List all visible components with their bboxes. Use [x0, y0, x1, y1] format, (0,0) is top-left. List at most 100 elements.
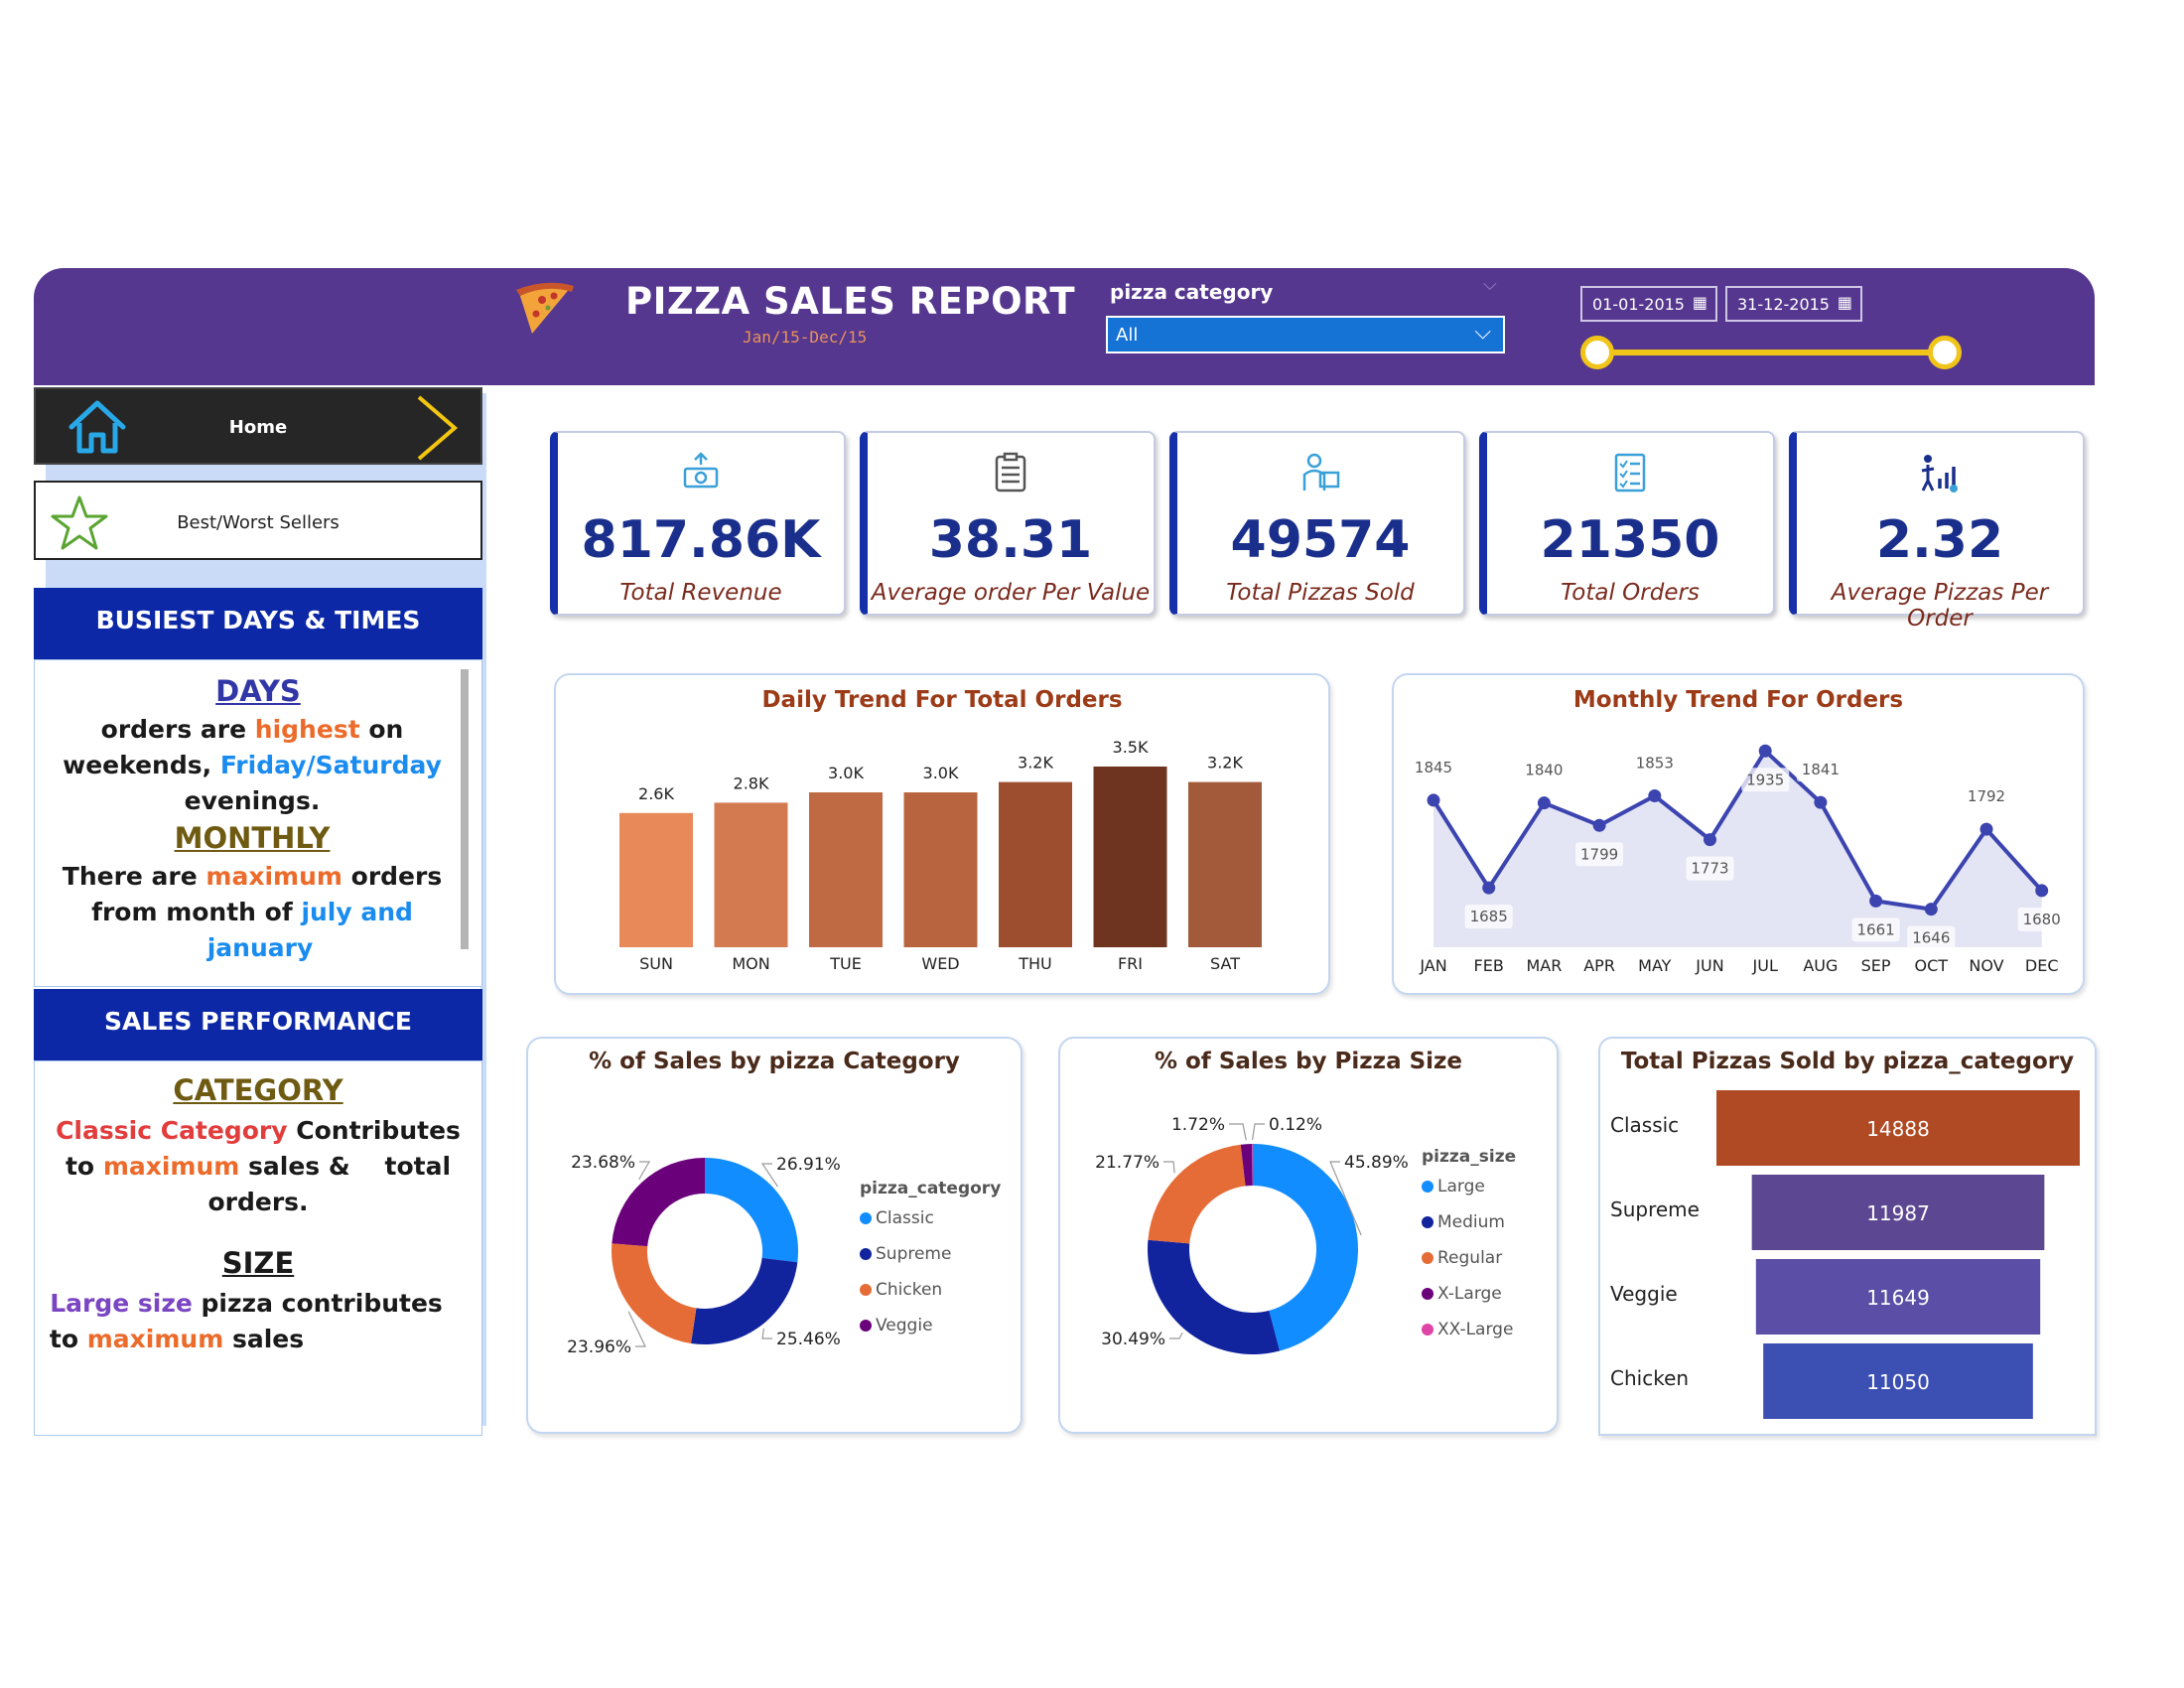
legend-item[interactable]: Regular	[1437, 1248, 1502, 1268]
funnel-category-label: Chicken	[1610, 1366, 1689, 1390]
daily-bar-label: 2.6K	[638, 784, 674, 803]
date-range-slider-track[interactable]	[1598, 350, 1946, 355]
days-insight-line-2: weekends, Friday/Saturday	[29, 748, 476, 783]
daily-axis-label: FRI	[1118, 954, 1143, 973]
date-range-start-handle[interactable]	[1580, 336, 1614, 369]
legend-title: pizza_category	[860, 1179, 1001, 1198]
daily-bar[interactable]	[1093, 767, 1167, 947]
best-worst-sellers-nav-button[interactable]: Best/Worst Sellers	[34, 481, 482, 560]
calendar-icon: ▦	[1692, 293, 1707, 312]
monthly-point[interactable]	[1592, 818, 1606, 832]
kpi-card-average-pizzas-per-order: 2.32 Average Pizzas Per Order	[1789, 431, 2085, 632]
monthly-axis-label: MAR	[1526, 956, 1562, 975]
funnel-category-label: Veggie	[1610, 1282, 1678, 1306]
legend-swatch	[1422, 1324, 1433, 1336]
kpi-card-total-pizzas-sold: 49574 Total Pizzas Sold	[1169, 431, 1465, 616]
date-range-end-handle[interactable]	[1928, 336, 1962, 369]
monthly-value-label: 1853	[1636, 754, 1674, 772]
monthly-point[interactable]	[1814, 795, 1828, 809]
kpi-value: 817.86K	[581, 510, 821, 570]
daily-bar[interactable]	[1188, 781, 1262, 947]
daily-axis-label: THU	[1018, 954, 1052, 973]
size-text: sales	[223, 1325, 305, 1353]
donut-value-label: 26.91%	[776, 1155, 841, 1175]
daily-bar[interactable]	[714, 802, 788, 947]
daily-trend-chart: 2.6K SUN 2.8K MON 3.0K TUE 3.0K WED 3.2K THU 3.5K F…	[619, 738, 1262, 973]
monthly-point[interactable]	[1979, 822, 1993, 836]
growth-icon	[1921, 455, 1958, 492]
legend-item[interactable]: Chicken	[876, 1280, 942, 1300]
category-highlight: maximum	[102, 1152, 240, 1181]
donut-value-label: 30.49%	[1101, 1330, 1165, 1349]
daily-trend-panel: Daily Trend For Total Orders 2.6K SUN 2.8K…	[554, 673, 1330, 995]
kpi-value: 2.32	[1875, 510, 2004, 570]
daily-axis-label: WED	[921, 954, 959, 973]
daily-bar[interactable]	[903, 792, 978, 947]
monthly-point[interactable]	[1869, 894, 1883, 908]
monthly-point[interactable]	[1648, 788, 1662, 802]
donut-leader-line	[1163, 1161, 1175, 1174]
category-insight-line-1: Classic Category Contributes	[35, 1113, 481, 1149]
pizza-category-dropdown-value: All	[1116, 325, 1139, 346]
legend-swatch	[1422, 1181, 1433, 1193]
monthly-point[interactable]	[1427, 793, 1440, 807]
donut-slice[interactable]	[1148, 1144, 1246, 1244]
legend-item[interactable]: Veggie	[876, 1316, 933, 1336]
monthly-value-label: 1680	[2023, 911, 2061, 928]
pizza-logo-icon	[516, 282, 574, 334]
daily-bar[interactable]	[999, 781, 1072, 947]
kpi-label: Total Revenue	[619, 580, 782, 606]
sales-by-category-panel: % of Sales by pizza Category 26.91% 25.46…	[526, 1037, 1023, 1434]
legend-item[interactable]: Medium	[1437, 1212, 1505, 1232]
monthly-point[interactable]	[1537, 796, 1551, 810]
sales-by-category-donut: 26.91% 25.46% 23.96% 23.68% pizza_category Cl…	[567, 1153, 1001, 1357]
monthly-point[interactable]	[1482, 881, 1496, 895]
start-date-input[interactable]: 01-01-2015 ▦	[1580, 286, 1717, 322]
size-highlight: Large size	[50, 1289, 193, 1318]
report-date-subtitle: Jan/15-Dec/15	[743, 328, 868, 347]
size-insight-line-2: to maximum sales	[0, 1322, 400, 1357]
report-title: PIZZA SALES REPORT	[625, 280, 1076, 323]
monthly-text: orders	[341, 862, 443, 891]
size-text: pizza contributes	[192, 1289, 443, 1318]
donut-leader-line	[761, 1328, 772, 1339]
category-highlight: Classic Category	[56, 1116, 288, 1145]
legend-item[interactable]: Classic	[876, 1208, 934, 1228]
category-text: to	[65, 1152, 103, 1181]
end-date-input[interactable]: 31-12-2015 ▦	[1725, 286, 1862, 322]
donut-leader-line	[638, 1161, 651, 1181]
home-nav-button[interactable]: Home	[34, 387, 482, 465]
monthly-trend-chart: 1845 JAN 1685 FEB 1840 MAR 1799 APR 1853 MAY 1773 J…	[1410, 744, 2066, 975]
days-text: weekends,	[63, 751, 220, 779]
category-insight-line-3: orders.	[207, 1188, 309, 1216]
legend-title: pizza_size	[1422, 1147, 1516, 1167]
daily-bar[interactable]	[809, 792, 883, 947]
daily-bar[interactable]	[619, 812, 693, 947]
legend-item[interactable]: X-Large	[1437, 1284, 1502, 1304]
category-text: sales & total	[239, 1152, 452, 1181]
monthly-point[interactable]	[1704, 833, 1716, 847]
legend-swatch	[1422, 1252, 1433, 1264]
donut-value-label: 1.72%	[1171, 1115, 1225, 1135]
daily-bar-label: 3.0K	[923, 764, 959, 782]
kpi-value: 21350	[1540, 510, 1720, 570]
pizza-category-dropdown[interactable]: All ⌵	[1106, 316, 1505, 353]
insights-scrollbar[interactable]	[461, 669, 469, 949]
daily-bar-label: 3.2K	[1018, 754, 1053, 773]
kpi-value: 49574	[1230, 510, 1411, 570]
donut-leader-line	[1169, 1332, 1183, 1339]
monthly-insight-line-1: There are maximum orders	[29, 859, 476, 895]
busiest-days-heading: BUSIEST DAYS & TIMES	[34, 588, 482, 659]
legend-item[interactable]: Supreme	[876, 1244, 951, 1264]
monthly-insight-line-2: from month of july and	[29, 895, 476, 930]
monthly-axis-label: FEB	[1474, 956, 1504, 975]
donut-slice[interactable]	[612, 1243, 697, 1343]
donut-slice[interactable]	[1148, 1239, 1281, 1354]
filter-collapse-chevron-icon[interactable]: ⌵	[1483, 274, 1497, 295]
monthly-point[interactable]	[2035, 884, 2049, 898]
monthly-point[interactable]	[1924, 903, 1938, 916]
legend-item[interactable]: Large	[1437, 1177, 1485, 1196]
monthly-point[interactable]	[1758, 744, 1772, 758]
monthly-insight-line-3: january	[206, 933, 314, 962]
legend-item[interactable]: XX-Large	[1437, 1320, 1513, 1339]
